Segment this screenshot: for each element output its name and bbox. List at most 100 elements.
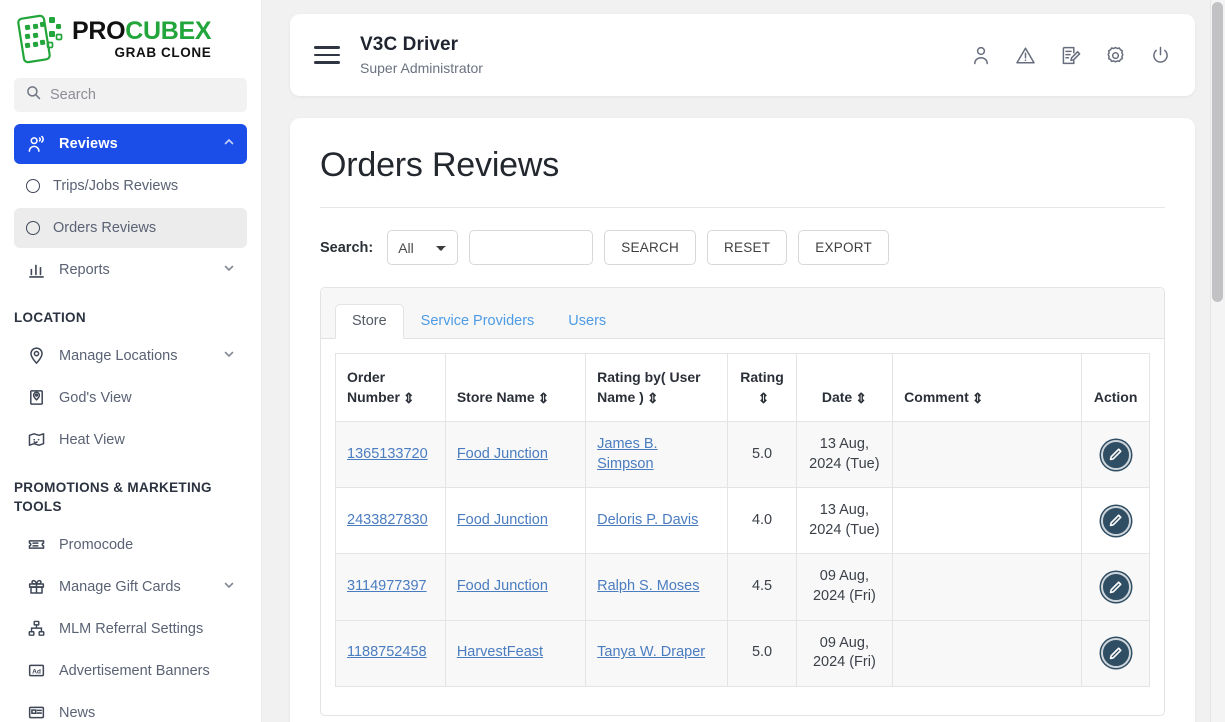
sidebar-item-heat-view[interactable]: Heat View — [14, 420, 247, 460]
power-icon[interactable] — [1150, 45, 1171, 66]
cell-rating: 4.0 — [727, 487, 797, 555]
svg-text:Ad: Ad — [32, 669, 41, 676]
rating-by-link[interactable]: Tanya W. Draper — [597, 644, 705, 660]
cell-store-name: HarvestFeast — [444, 619, 587, 687]
cell-order-number: 1365133720 — [335, 421, 446, 489]
sidebar-item-mlm-referral-settings[interactable]: MLM Referral Settings — [14, 609, 247, 649]
reviews-panel: Store Service Providers Users Order Numb… — [320, 287, 1165, 716]
search-input[interactable] — [469, 230, 594, 265]
tab-store[interactable]: Store — [335, 304, 404, 339]
reset-button[interactable]: RESET — [706, 230, 788, 265]
sidebar-item-orders-reviews[interactable]: Orders Reviews — [14, 208, 247, 248]
sidebar-item-label: News — [59, 704, 96, 721]
search-button[interactable]: SEARCH — [604, 230, 696, 265]
table-header-row: Order Number ⇕ Store Name ⇕ Rating by( Use… — [335, 352, 1150, 423]
sidebar-item-manage-locations[interactable]: Manage Locations — [14, 336, 247, 376]
order-number-link[interactable]: 2433827830 — [347, 512, 428, 528]
app-root: PROCUBEX GRAB CLONE Search Reviews Trips… — [0, 0, 1225, 722]
rating-by-link[interactable]: Deloris P. Davis — [597, 512, 698, 528]
order-number-link[interactable]: 3114977397 — [347, 578, 427, 594]
chevron-down-icon — [223, 348, 235, 364]
procubex-logo-icon — [16, 11, 66, 67]
edit-pencil-icon[interactable] — [1100, 638, 1131, 669]
brand-logo[interactable]: PROCUBEX GRAB CLONE — [0, 0, 261, 74]
top-bar-actions — [971, 45, 1171, 66]
cell-rating: 5.0 — [727, 421, 797, 489]
cell-action — [1081, 553, 1150, 621]
column-header-date[interactable]: Date ⇕ — [795, 352, 894, 423]
page-scrollbar-thumb[interactable] — [1212, 2, 1223, 302]
warning-triangle-icon[interactable] — [1015, 45, 1036, 66]
cell-comment — [892, 421, 1083, 489]
sidebar-item-trips-jobs-reviews[interactable]: Trips/Jobs Reviews — [14, 166, 247, 206]
cell-comment — [892, 619, 1083, 687]
brand-name-part2: CUBEX — [125, 16, 212, 45]
column-label: Rating — [740, 369, 784, 385]
sidebar-item-label: Manage Locations — [59, 347, 178, 364]
order-number-link[interactable]: 1365133720 — [347, 446, 428, 462]
table-row: 3114977397 Food Junction Ralph S. Moses … — [335, 553, 1150, 621]
tab-users[interactable]: Users — [551, 304, 623, 339]
sort-icon: ⇕ — [757, 389, 770, 406]
cell-date: 09 Aug, 2024 (Fri) — [795, 553, 894, 621]
gear-icon[interactable] — [1105, 45, 1126, 66]
sidebar-item-news[interactable]: News — [14, 693, 247, 722]
store-name-link[interactable]: Food Junction — [457, 512, 548, 528]
store-name-link[interactable]: HarvestFeast — [457, 644, 543, 660]
cell-rating: 5.0 — [727, 619, 797, 687]
order-number-link[interactable]: 1188752458 — [347, 644, 427, 660]
column-header-comment[interactable]: Comment ⇕ — [892, 352, 1083, 423]
sidebar-item-reports[interactable]: Reports — [14, 250, 247, 290]
sidebar-nav-location: Manage Locations God's View Heat View — [0, 336, 261, 460]
page-scrollbar[interactable] — [1210, 0, 1225, 722]
cell-rating: 4.5 — [727, 553, 797, 621]
page-owner-role: Super Administrator — [360, 60, 483, 76]
sort-icon: ⇕ — [537, 389, 550, 406]
rating-by-link[interactable]: James B. Simpson — [597, 436, 657, 472]
orders-reviews-table: Order Number ⇕ Store Name ⇕ Rating by( Use… — [335, 352, 1150, 687]
edit-document-icon[interactable] — [1060, 45, 1081, 66]
sidebar-section-location: LOCATION — [14, 310, 86, 325]
cell-order-number: 3114977397 — [335, 553, 446, 621]
sidebar: PROCUBEX GRAB CLONE Search Reviews Trips… — [0, 0, 262, 722]
search-label: Search: — [320, 239, 374, 256]
column-label: Store Name — [456, 388, 535, 405]
search-scope-select[interactable]: All — [387, 230, 459, 265]
edit-pencil-icon[interactable] — [1100, 439, 1131, 470]
filter-toolbar: Search: All SEARCH RESET EXPORT — [320, 208, 1165, 287]
user-icon[interactable] — [971, 45, 991, 66]
rating-by-link[interactable]: Ralph S. Moses — [597, 578, 699, 594]
column-header-rating[interactable]: Rating ⇕ — [727, 352, 797, 423]
export-button[interactable]: EXPORT — [798, 230, 889, 265]
cell-date: 13 Aug, 2024 (Tue) — [795, 487, 894, 555]
cell-action — [1081, 619, 1150, 687]
circle-icon — [26, 179, 40, 193]
sidebar-item-promocode[interactable]: Promocode — [14, 525, 247, 565]
table-row: 1188752458 HarvestFeast Tanya W. Draper … — [335, 619, 1150, 687]
cell-order-number: 1188752458 — [335, 619, 446, 687]
column-header-store-name[interactable]: Store Name ⇕ — [444, 352, 587, 423]
sidebar-item-label: Promocode — [59, 536, 134, 553]
store-name-link[interactable]: Food Junction — [457, 446, 548, 462]
chevron-down-icon — [223, 262, 235, 278]
brand-tagline: GRAB CLONE — [114, 44, 212, 60]
edit-pencil-icon[interactable] — [1100, 572, 1131, 602]
sidebar-item-label: Heat View — [59, 431, 125, 448]
store-name-link[interactable]: Food Junction — [457, 578, 548, 594]
sidebar-item-reviews[interactable]: Reviews — [14, 124, 247, 164]
cell-store-name: Food Junction — [444, 553, 587, 621]
column-header-rating-by[interactable]: Rating by( User Name ) ⇕ — [585, 352, 729, 423]
sidebar-search[interactable]: Search — [14, 78, 247, 112]
sidebar-item-advertisement-banners[interactable]: Ad Advertisement Banners — [14, 651, 247, 691]
column-header-order-number[interactable]: Order Number ⇕ — [335, 352, 446, 423]
cell-rating-by: Tanya W. Draper — [585, 619, 729, 687]
column-label: Comment — [904, 388, 969, 405]
sidebar-item-manage-gift-cards[interactable]: Manage Gift Cards — [14, 567, 247, 607]
sidebar-item-gods-view[interactable]: God's View — [14, 378, 247, 418]
map-marker-view-icon — [26, 388, 46, 408]
hamburger-menu-icon[interactable] — [314, 41, 340, 68]
sidebar-item-label: Reports — [59, 262, 110, 278]
edit-pencil-icon[interactable] — [1100, 505, 1131, 536]
ad-icon: Ad — [26, 661, 46, 681]
tab-service-providers[interactable]: Service Providers — [404, 304, 552, 339]
